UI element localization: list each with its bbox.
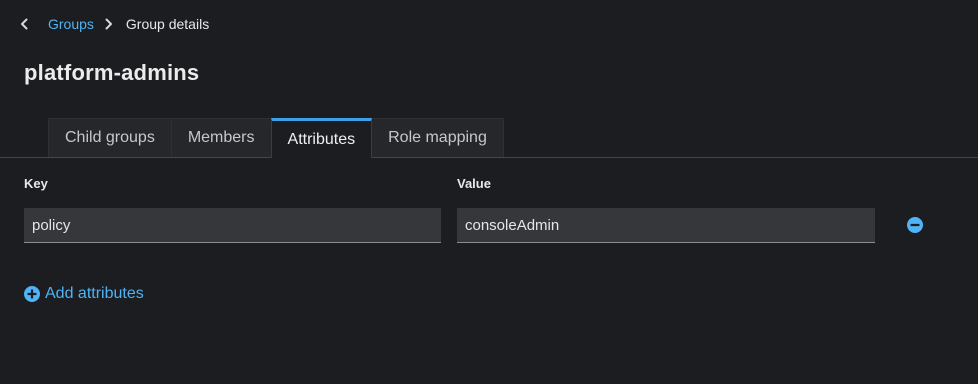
breadcrumb-current: Group details <box>125 16 210 32</box>
tab-child-groups[interactable]: Child groups <box>48 118 172 157</box>
breadcrumb: Groups Group details <box>18 14 209 34</box>
add-attributes-button[interactable]: Add attributes <box>24 283 144 305</box>
tab-divider <box>0 157 978 158</box>
chevron-left-icon[interactable] <box>18 14 30 34</box>
key-column-header: Key <box>24 176 48 191</box>
page-title: platform-admins <box>24 60 200 85</box>
remove-attribute-button[interactable] <box>904 214 926 236</box>
breadcrumb-groups-link[interactable]: Groups <box>48 16 94 32</box>
minus-circle-icon <box>907 217 923 233</box>
plus-circle-icon <box>24 286 40 302</box>
tab-bar: Child groups Members Attributes Role map… <box>48 118 504 158</box>
attribute-value-input[interactable] <box>457 208 875 243</box>
add-attributes-label: Add attributes <box>45 285 144 302</box>
attribute-key-input[interactable] <box>24 208 441 243</box>
tab-members[interactable]: Members <box>170 118 272 157</box>
chevron-right-icon <box>104 14 114 34</box>
tab-attributes[interactable]: Attributes <box>270 118 373 158</box>
value-column-header: Value <box>457 176 491 191</box>
tab-role-mapping[interactable]: Role mapping <box>371 118 504 157</box>
